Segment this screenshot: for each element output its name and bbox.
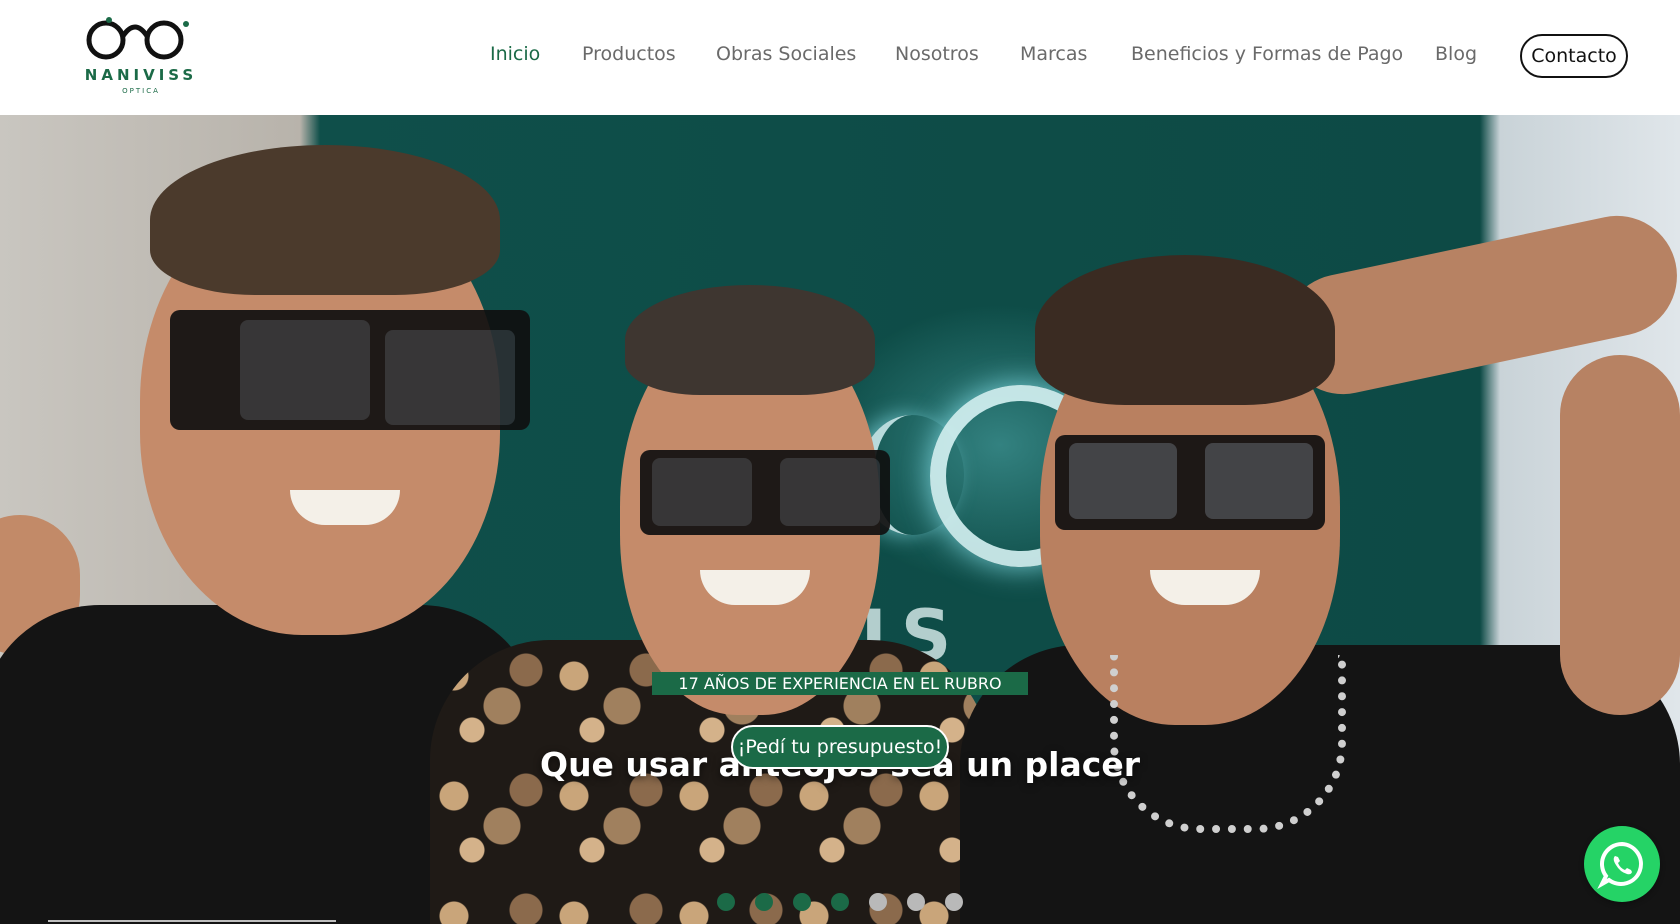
- brand-name: NANIVISS: [84, 66, 198, 84]
- nav-item-blog[interactable]: Blog: [1435, 43, 1477, 65]
- whatsapp-icon: [1597, 841, 1643, 889]
- nav-item-beneficios[interactable]: Beneficios y Formas de Pago: [1131, 43, 1403, 65]
- nav-item-inicio[interactable]: Inicio: [490, 43, 540, 65]
- nav-item-nosotros[interactable]: Nosotros: [895, 43, 979, 65]
- slider-dot-4[interactable]: [831, 893, 849, 911]
- site-header: NANIVISS OPTICA Inicio Productos Obras S…: [0, 0, 1680, 115]
- slider-dot-7[interactable]: [945, 893, 963, 911]
- nav-item-productos[interactable]: Productos: [582, 43, 676, 65]
- sunglasses: [640, 450, 890, 535]
- contact-button[interactable]: Contacto: [1520, 34, 1628, 78]
- slider-dot-5[interactable]: [869, 893, 887, 911]
- slider-dot-6[interactable]: [907, 893, 925, 911]
- sunglasses: [170, 310, 530, 430]
- sunglasses: [1055, 435, 1325, 530]
- hero-banner: NIVIS Que usar: [0, 115, 1680, 924]
- slider-dot-1[interactable]: [717, 893, 735, 911]
- slider-dot-3[interactable]: [793, 893, 811, 911]
- nav-item-obras-sociales[interactable]: Obras Sociales: [716, 43, 856, 65]
- logo[interactable]: NANIVISS OPTICA: [74, 14, 208, 100]
- hero-subtitle: 17 AÑOS DE EXPERIENCIA EN EL RUBRO: [652, 672, 1028, 695]
- quote-button[interactable]: ¡Pedí tu presupuesto!: [731, 725, 949, 769]
- slider-progress-bar: [48, 920, 336, 922]
- nav-item-marcas[interactable]: Marcas: [1020, 43, 1087, 65]
- whatsapp-button[interactable]: [1584, 826, 1660, 902]
- slider-dot-2[interactable]: [755, 893, 773, 911]
- brand-subtitle: OPTICA: [122, 87, 160, 95]
- hero-subtitle-wrap: 17 AÑOS DE EXPERIENCIA EN EL RUBRO: [0, 672, 1680, 695]
- glasses-logo-icon: [86, 17, 189, 60]
